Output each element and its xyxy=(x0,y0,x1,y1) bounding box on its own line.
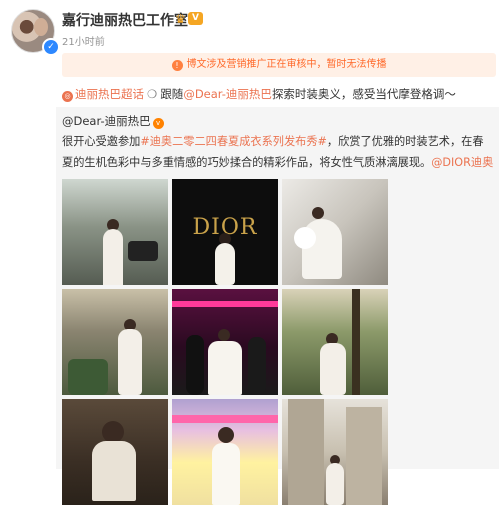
post-tail-text: 探索时装奥义，感受当代摩登格调～ xyxy=(271,87,456,101)
review-notice: ! 博文涉及营销推广正在审核中，暂时无法传播 xyxy=(62,53,496,77)
repost-author[interactable]: @Dear-迪丽热巴 v xyxy=(62,113,164,129)
avatar-face xyxy=(34,18,48,36)
vip-icon: v xyxy=(152,118,164,129)
crown-icon: ♛ xyxy=(175,12,186,26)
photo-2[interactable]: DIOR xyxy=(172,179,278,285)
photo-1[interactable] xyxy=(62,179,168,285)
photo-9[interactable] xyxy=(282,399,388,505)
repost-text: 很开心受邀参加#迪奥二零二四春夏成衣系列发布秀#，欣赏了优雅的时装艺术，在春夏的… xyxy=(62,131,494,173)
photo-7[interactable] xyxy=(62,399,168,505)
super-topic-icon: ◎ xyxy=(62,91,73,102)
author-name[interactable]: 嘉行迪丽热巴工作室 xyxy=(62,10,188,30)
photo-8[interactable] xyxy=(172,399,278,505)
repost-text-a: 很开心受邀参加 xyxy=(62,135,141,148)
super-topic-link[interactable]: 迪丽热巴超话 xyxy=(75,87,144,101)
verified-icon: ✓ xyxy=(42,38,60,56)
level-badge: V xyxy=(188,12,203,25)
warning-icon: ! xyxy=(171,60,183,71)
photo-4[interactable] xyxy=(62,289,168,395)
dior-mention-link[interactable]: @DIOR迪奥 xyxy=(431,156,493,169)
photo-3[interactable] xyxy=(282,179,388,285)
photo-5[interactable] xyxy=(172,289,278,395)
repost-author-name[interactable]: @Dear-迪丽热巴 xyxy=(62,114,151,128)
hashtag-link[interactable]: #迪奥二零二四春夏成衣系列发布秀# xyxy=(140,135,327,148)
post-text: ◎ 迪丽热巴超话 ❍ 跟随@Dear-迪丽热巴探索时装奥义，感受当代摩登格调～ xyxy=(62,86,498,102)
post-timestamp[interactable]: 21小时前 xyxy=(62,33,105,48)
sparkle-icon: ❍ xyxy=(147,87,158,101)
mention-link[interactable]: @Dear-迪丽热巴 xyxy=(183,87,272,101)
photo-6[interactable] xyxy=(282,289,388,395)
follow-text: 跟随 xyxy=(160,87,184,101)
notice-text: 博文涉及营销推广正在审核中，暂时无法传播 xyxy=(186,59,387,70)
